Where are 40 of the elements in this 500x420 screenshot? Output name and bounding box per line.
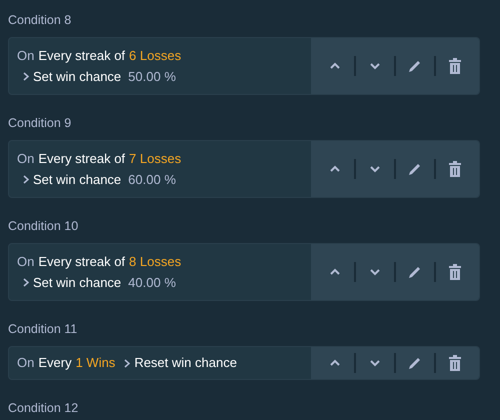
action-text: Set win chance	[33, 171, 122, 189]
condition-title: Condition 12	[8, 400, 78, 417]
chevron-down-icon	[368, 267, 381, 277]
trash-icon	[447, 264, 464, 280]
trigger-count: 8 Losses	[129, 252, 182, 270]
trigger-prefix: On	[17, 46, 34, 64]
action-value: 50.00 %	[128, 68, 176, 86]
trigger-count: 6 Losses	[129, 46, 182, 64]
trigger-prefix: On	[17, 354, 34, 372]
condition-title: Condition 9	[8, 115, 72, 132]
chevron-down-icon	[368, 358, 381, 368]
trash-icon	[447, 58, 464, 74]
trash-icon	[447, 355, 464, 371]
chevron-down-icon	[368, 164, 381, 174]
chevron-right-icon	[124, 358, 130, 368]
trigger-text: Every streak of	[38, 252, 126, 271]
trigger-text: Every	[38, 354, 72, 372]
chevron-right-icon	[23, 175, 29, 184]
condition-title: Condition 11	[8, 321, 78, 338]
trigger-text: Every streak of	[38, 150, 126, 168]
chevron-up-icon	[328, 358, 341, 368]
action-text: Set win chance	[33, 274, 122, 292]
condition-title: Condition 8	[8, 12, 72, 29]
chevron-right-icon	[23, 278, 29, 288]
action-value: 60.00 %	[128, 171, 176, 189]
chevron-right-icon	[23, 72, 29, 82]
trash-icon	[447, 161, 464, 177]
action-value: 40.00 %	[128, 274, 176, 292]
chevron-up-icon	[328, 267, 341, 277]
chevron-down-icon	[368, 61, 381, 71]
action-text: Reset win chance	[134, 354, 237, 372]
action-text: Set win chance	[33, 68, 122, 86]
condition-title: Condition 10	[8, 218, 78, 235]
chevron-up-icon	[328, 61, 341, 71]
trigger-count: 1 Wins	[76, 354, 116, 372]
trigger-prefix: On	[17, 150, 34, 168]
chevron-up-icon	[328, 164, 341, 174]
trigger-prefix: On	[17, 252, 34, 270]
trigger-text: Every streak of	[38, 46, 126, 65]
trigger-count: 7 Losses	[129, 150, 182, 168]
